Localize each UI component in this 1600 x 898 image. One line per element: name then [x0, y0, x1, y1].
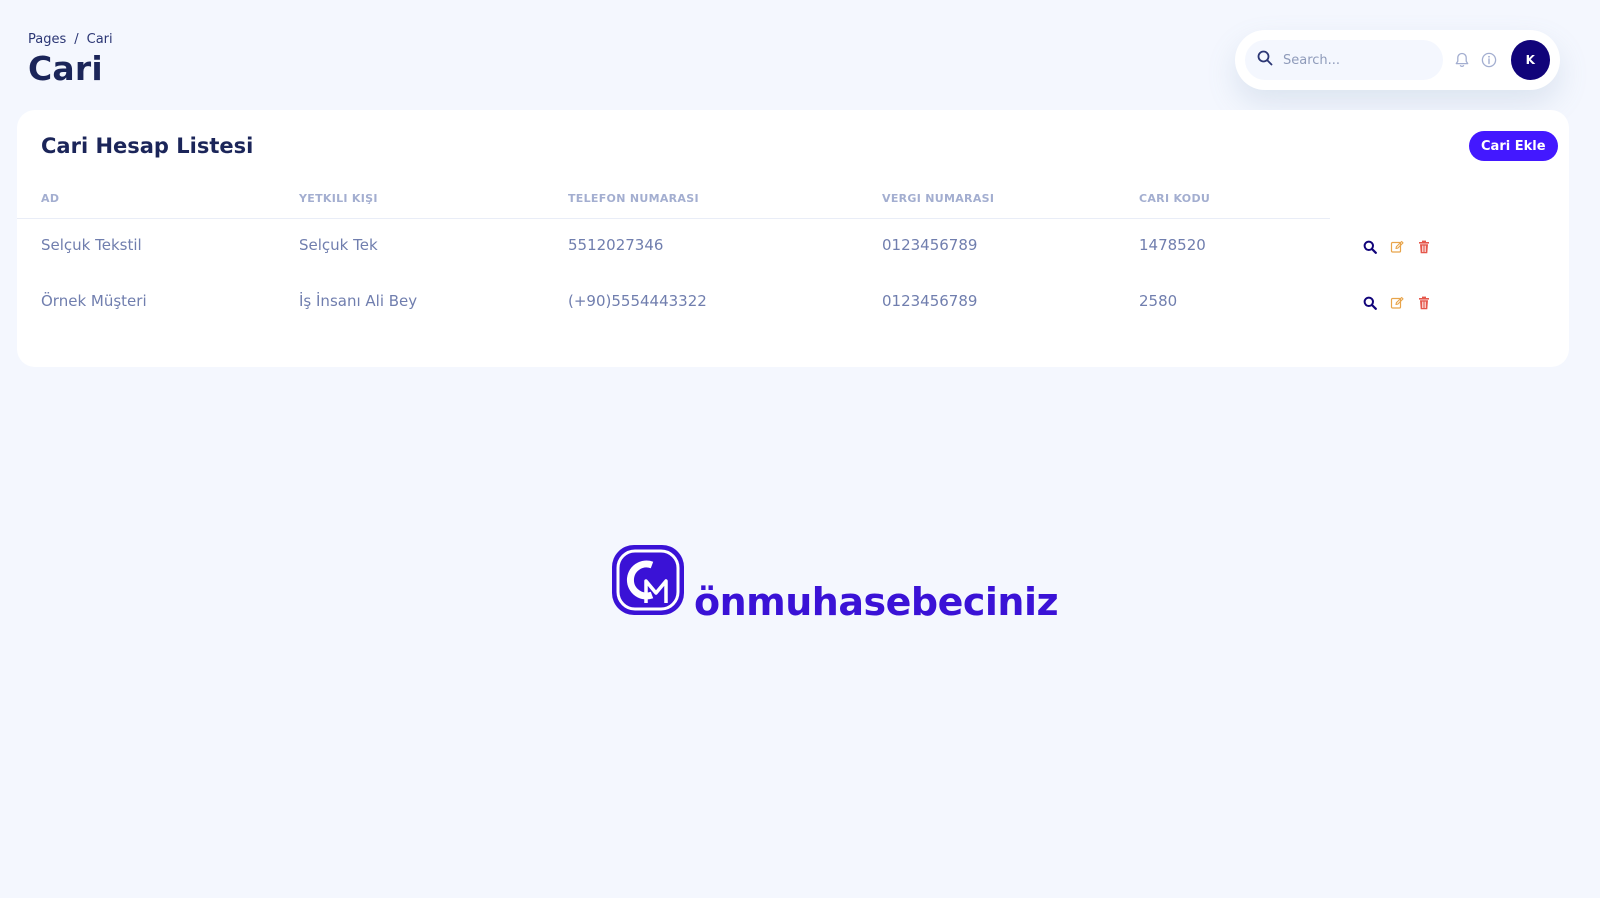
add-cari-button[interactable]: Cari Ekle [1469, 131, 1558, 161]
cell-cari-kodu: 1478520 [1139, 236, 1206, 254]
column-header-telefon[interactable]: TELEFON NUMARASI [568, 192, 699, 205]
cell-vergi: 0123456789 [882, 236, 978, 254]
trash-icon[interactable] [1416, 239, 1432, 255]
search-input[interactable] [1283, 52, 1423, 68]
row-actions [1362, 239, 1432, 255]
breadcrumb-pages[interactable]: Pages [28, 32, 66, 47]
cell-ad: Selçuk Tekstil [41, 236, 142, 254]
page-header: Pages / Cari Cari [28, 32, 113, 88]
page-title: Cari [28, 49, 103, 88]
cell-cari-kodu: 2580 [1139, 292, 1178, 310]
column-header-cari-kodu[interactable]: CARI KODU [1139, 192, 1210, 205]
table-row: Örnek Müşteri İş İnsanı Ali Bey (+90)555… [17, 276, 1569, 332]
edit-icon[interactable] [1389, 239, 1405, 255]
card-title: Cari Hesap Listesi [41, 134, 254, 158]
column-header-vergi[interactable]: VERGI NUMARASI [882, 192, 994, 205]
row-actions [1362, 295, 1432, 311]
column-header-yetkili[interactable]: YETKILI KIŞI [299, 192, 378, 205]
brand-logo: önmuhasebeciniz [610, 543, 1059, 624]
trash-icon[interactable] [1416, 295, 1432, 311]
avatar[interactable]: K [1510, 40, 1550, 80]
cell-vergi: 0123456789 [882, 292, 978, 310]
search-box[interactable] [1245, 40, 1443, 80]
bell-icon[interactable] [1455, 52, 1469, 68]
table-row: Selçuk Tekstil Selçuk Tek 5512027346 012… [17, 220, 1569, 276]
brand-mark-icon [610, 543, 686, 621]
column-header-ad[interactable]: AD [41, 192, 59, 205]
view-icon[interactable] [1362, 239, 1378, 255]
cari-list-card: Cari Hesap Listesi Cari Ekle AD YETKILI … [17, 110, 1569, 367]
breadcrumb-current[interactable]: Cari [87, 32, 113, 47]
breadcrumb-separator: / [74, 32, 79, 47]
info-icon[interactable] [1481, 52, 1497, 68]
cell-ad: Örnek Müşteri [41, 292, 147, 310]
search-icon [1257, 50, 1273, 70]
topbar: K [1235, 30, 1560, 90]
cell-yetkili: Selçuk Tek [299, 236, 378, 254]
cell-telefon: 5512027346 [568, 236, 664, 254]
brand-name: önmuhasebeciniz [694, 580, 1059, 624]
cell-yetkili: İş İnsanı Ali Bey [299, 292, 418, 310]
cell-telefon: (+90)5554443322 [568, 292, 707, 310]
table-header: AD YETKILI KIŞI TELEFON NUMARASI VERGI N… [17, 180, 1330, 219]
edit-icon[interactable] [1389, 295, 1405, 311]
breadcrumb: Pages / Cari [28, 32, 113, 47]
view-icon[interactable] [1362, 295, 1378, 311]
